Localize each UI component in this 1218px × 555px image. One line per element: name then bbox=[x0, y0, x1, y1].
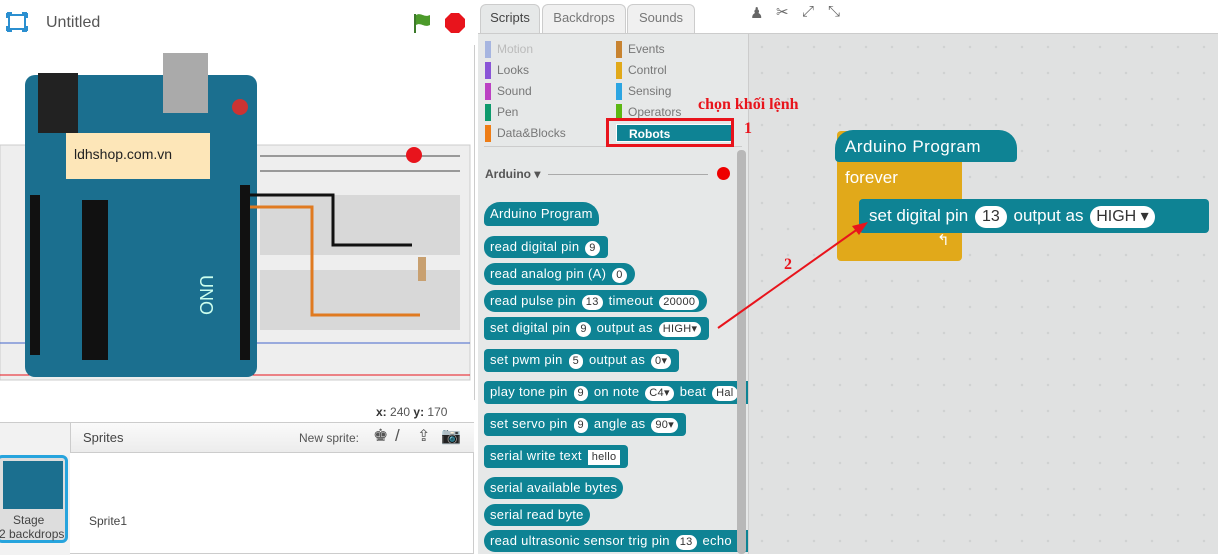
block-serial-read[interactable]: serial read byte bbox=[484, 504, 590, 526]
sprite-item[interactable]: Sprite1 bbox=[89, 514, 127, 528]
backdrops-count: 2 backdrops bbox=[0, 527, 65, 541]
category-datablocks[interactable]: Data&Blocks bbox=[485, 124, 566, 142]
block-serial-available[interactable]: serial available bytes bbox=[484, 477, 624, 499]
sprites-pane: Stage 2 backdrops Sprites New sprite: ♚ … bbox=[0, 422, 474, 555]
tab-scripts[interactable]: Scripts bbox=[480, 4, 540, 33]
stamp-icon[interactable]: ♟ bbox=[750, 4, 763, 22]
palette-scrollbar[interactable] bbox=[737, 150, 746, 554]
category-sensing[interactable]: Sensing bbox=[616, 82, 671, 100]
new-sprite-label: New sprite: bbox=[299, 431, 360, 445]
stage-thumbnail[interactable]: Stage 2 backdrops bbox=[0, 455, 68, 543]
category-control[interactable]: Control bbox=[616, 61, 667, 79]
upload-icon[interactable]: ⇪ bbox=[417, 426, 430, 446]
forever-label: forever bbox=[845, 168, 898, 187]
mouse-coordinates: x: 240 y: 170 bbox=[376, 405, 448, 419]
svg-text:UNO: UNO bbox=[196, 275, 216, 315]
category-pen[interactable]: Pen bbox=[485, 103, 518, 121]
block-read-pulse-pin[interactable]: read pulse pin 13 timeout 20000 bbox=[484, 290, 708, 312]
connection-status-indicator bbox=[717, 167, 730, 180]
annotation-step-1: 1 bbox=[744, 120, 752, 137]
tab-sounds[interactable]: Sounds bbox=[627, 4, 695, 33]
scripts-area[interactable]: forever ↰ Arduino Program set digital pi… bbox=[748, 33, 1218, 554]
camera-icon[interactable]: 📷 bbox=[441, 426, 461, 446]
block-set-servo[interactable]: set servo pin 9 angle as 90▾ bbox=[484, 413, 687, 436]
block-set-pwm-pin[interactable]: set pwm pin 5 output as 0▾ bbox=[484, 349, 680, 372]
arduino-breadboard-image: UNO bbox=[0, 53, 471, 381]
cut-icon[interactable]: ✂ bbox=[776, 3, 789, 21]
block-read-ultrasonic[interactable]: read ultrasonic sensor trig pin 13 echo bbox=[484, 530, 748, 552]
annotation-choose-block: chọn khối lệnh bbox=[698, 96, 799, 113]
block-set-digital-pin-script[interactable]: set digital pin 13 output as HIGH ▾ bbox=[859, 199, 1209, 233]
grow-icon[interactable]: ⤢ bbox=[802, 3, 814, 20]
annotation-step-2: 2 bbox=[784, 256, 792, 273]
block-read-analog-pin[interactable]: read analog pin (A) 0 bbox=[484, 263, 635, 285]
green-flag-icon[interactable] bbox=[412, 12, 432, 34]
arduino-section-dropdown[interactable]: Arduino ▾ bbox=[485, 167, 540, 181]
category-sound[interactable]: Sound bbox=[485, 82, 532, 100]
block-play-tone[interactable]: play tone pin 9 on note C4▾ beat Hal bbox=[484, 381, 748, 404]
category-looks[interactable]: Looks bbox=[485, 61, 529, 79]
block-arduino-program-script[interactable]: Arduino Program bbox=[835, 130, 1017, 162]
category-events[interactable]: Events bbox=[616, 40, 665, 58]
sprites-header: Sprites New sprite: ♚ / ⇪ 📷 bbox=[70, 423, 474, 453]
stage-header: Untitled bbox=[0, 0, 478, 45]
paint-brush-icon[interactable]: / bbox=[395, 426, 400, 446]
stage-canvas[interactable]: UNO ldhshop.com.vn bbox=[0, 45, 475, 400]
stage-column: Stage 2 backdrops bbox=[0, 423, 70, 555]
project-title[interactable]: Untitled bbox=[46, 14, 100, 32]
block-set-digital-pin[interactable]: set digital pin 9 output as HIGH▾ bbox=[484, 317, 710, 340]
stop-icon[interactable] bbox=[444, 12, 466, 34]
stage-label: Stage bbox=[13, 513, 45, 527]
tab-backdrops[interactable]: Backdrops bbox=[542, 4, 626, 33]
sprites-title: Sprites bbox=[83, 430, 124, 445]
block-read-digital-pin[interactable]: read digital pin 9 bbox=[484, 236, 608, 258]
presentation-mode-icon[interactable] bbox=[6, 12, 28, 32]
sprite-library-icon[interactable]: ♚ bbox=[373, 426, 388, 446]
block-arduino-program[interactable]: Arduino Program bbox=[484, 202, 599, 226]
highlight-box bbox=[606, 118, 734, 147]
tab-bar: Scripts Backdrops Sounds ♟ ✂ ⤢ ⤡ bbox=[478, 0, 1218, 33]
loop-arrow-icon: ↰ bbox=[937, 232, 950, 249]
shop-label: ldhshop.com.vn bbox=[74, 146, 173, 162]
shrink-icon[interactable]: ⤡ bbox=[828, 3, 840, 20]
category-motion[interactable]: Motion bbox=[485, 40, 533, 58]
block-serial-write[interactable]: serial write text hello bbox=[484, 445, 629, 468]
